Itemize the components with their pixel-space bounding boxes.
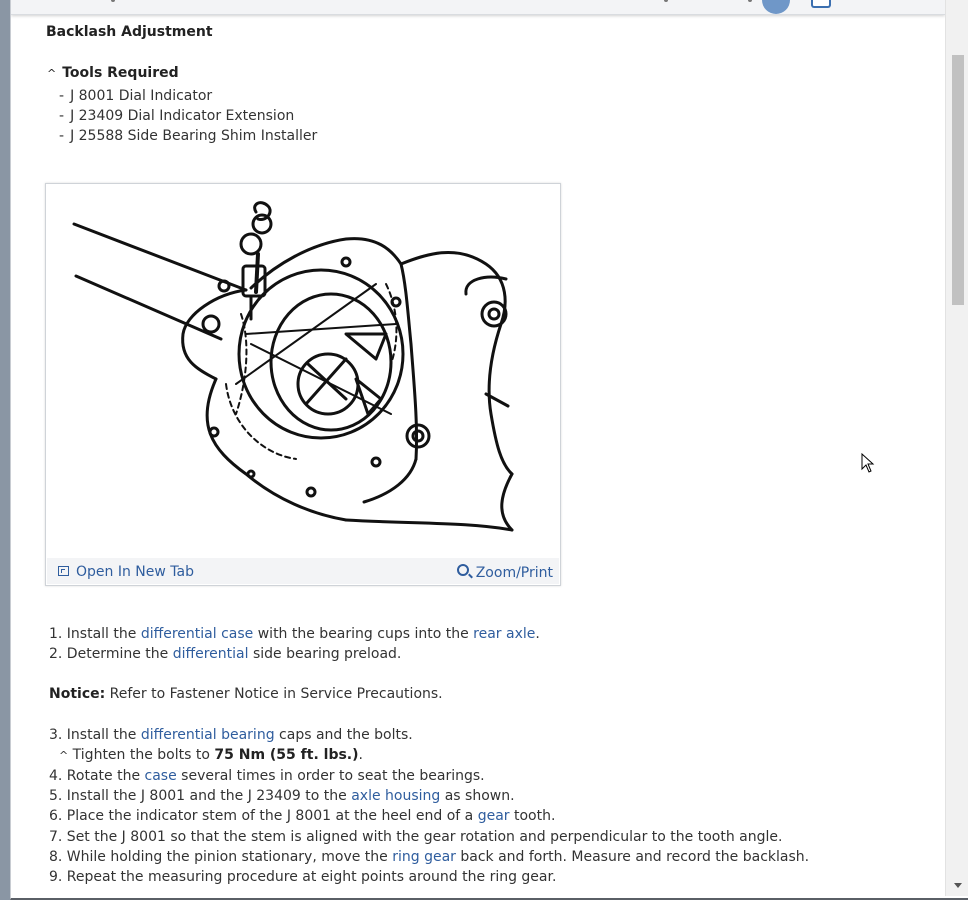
scrollbar-thumb[interactable] <box>952 55 964 305</box>
list-item: -J 25588 Side Bearing Shim Installer <box>59 128 318 144</box>
toolbar-fragment <box>111 0 115 2</box>
zoom-print-button[interactable]: Zoom/Print <box>456 564 553 581</box>
notice-label: Notice: <box>49 686 106 703</box>
step-3: 3. Install the differential bearing caps… <box>49 726 413 743</box>
link-differential-bearing[interactable]: differential bearing <box>141 727 275 743</box>
link-axle-housing[interactable]: axle housing <box>351 788 440 804</box>
link-gear[interactable]: gear <box>478 808 510 824</box>
zoom-icon <box>456 564 469 576</box>
step-8: 8. While holding the pinion stationary, … <box>49 848 810 865</box>
list-item: -J 8001 Dial Indicator <box>59 88 213 104</box>
step-6: 6. Place the indicator stem of the J 800… <box>49 808 556 825</box>
document-icon[interactable] <box>811 0 831 8</box>
vertical-scrollbar[interactable] <box>945 0 968 896</box>
link-differential[interactable]: differential <box>173 646 249 662</box>
link-differential-case[interactable]: differential case <box>141 626 253 642</box>
scroll-down-arrow-icon[interactable] <box>954 883 962 888</box>
page-title: Backlash Adjustment <box>46 24 213 40</box>
step-5: 5. Install the J 8001 and the J 23409 to… <box>49 788 515 805</box>
link-case[interactable]: case <box>145 768 177 784</box>
link-ring-gear[interactable]: ring gear <box>392 849 456 865</box>
link-rear-axle[interactable]: rear axle <box>473 626 535 642</box>
step-9: 9. Repeat the measuring procedure at eig… <box>49 869 557 886</box>
step-2: 2. Determine the differential side beari… <box>49 646 402 663</box>
step-7: 7. Set the J 8001 so that the stem is al… <box>49 828 783 845</box>
mouse-cursor-icon <box>861 453 875 473</box>
procedure-steps: 1. Install the differential case with th… <box>49 624 939 887</box>
illustration-figure: Open In New Tab Zoom/Print <box>45 183 561 586</box>
step-3-substep: ^ Tighten the bolts to 75 Nm (55 ft. lbs… <box>59 746 363 763</box>
list-item: -J 23409 Dial Indicator Extension <box>59 108 295 124</box>
tools-list: -J 8001 Dial Indicator -J 23409 Dial Ind… <box>59 86 317 146</box>
toolbar-fragment <box>664 0 668 2</box>
document-window: Backlash Adjustment ^ Tools Required -J 8… <box>10 0 968 900</box>
caret-icon: ^ <box>47 67 57 80</box>
step-4: 4. Rotate the case several times in orde… <box>49 768 485 785</box>
step-1: 1. Install the differential case with th… <box>49 626 540 642</box>
top-toolbar <box>11 0 945 15</box>
tools-heading-label: Tools Required <box>62 65 179 81</box>
avatar[interactable] <box>762 0 790 14</box>
caret-icon: ^ <box>59 748 69 762</box>
open-in-new-tab-icon <box>58 566 69 576</box>
notice: Notice: Refer to Fastener Notice in Serv… <box>49 686 443 703</box>
tools-required-heading[interactable]: ^ Tools Required <box>47 65 179 81</box>
differential-illustration[interactable] <box>46 184 560 556</box>
search-icon[interactable] <box>748 0 752 2</box>
torque-value: 75 Nm (55 ft. lbs.) <box>214 746 359 763</box>
open-in-new-tab-button[interactable]: Open In New Tab <box>58 564 194 580</box>
figure-toolbar: Open In New Tab Zoom/Print <box>47 558 559 584</box>
